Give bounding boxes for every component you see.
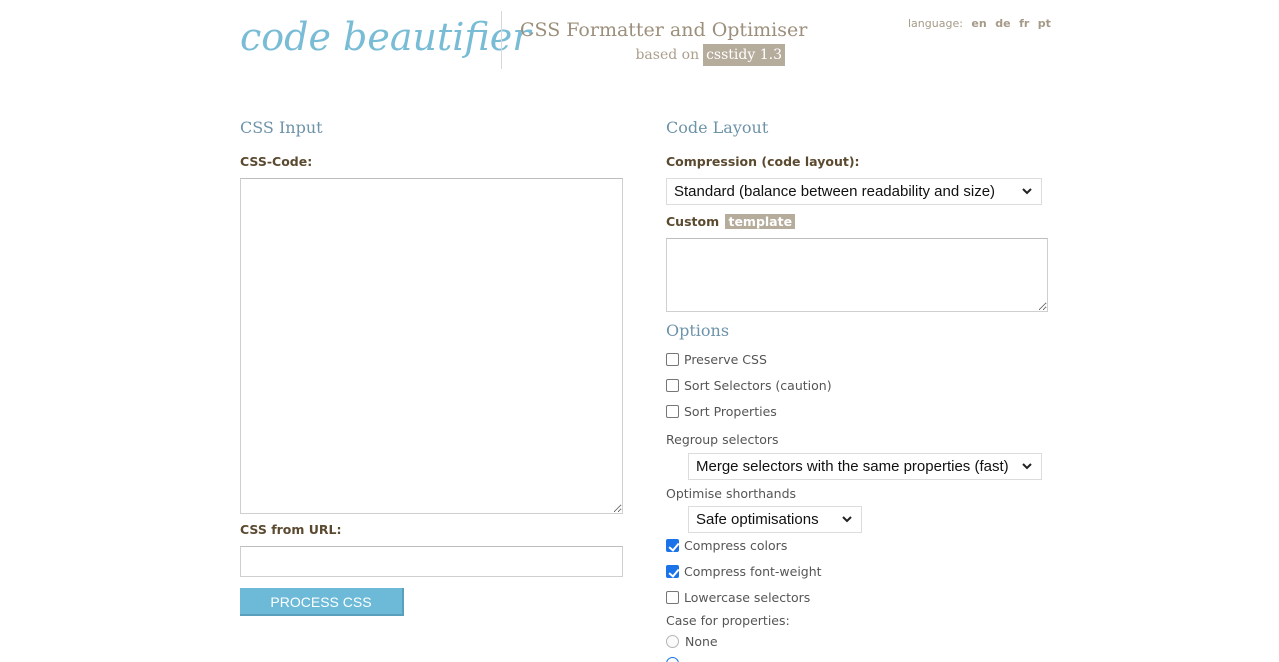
regroup-selectors-select[interactable]: Merge selectors with the same properties…: [688, 453, 1042, 480]
option-lowercase-selectors[interactable]: Lowercase selectors: [666, 590, 810, 605]
case-option-second[interactable]: [666, 657, 685, 662]
site-logo[interactable]: code beautifier: [240, 12, 530, 62]
option-preserve-css[interactable]: Preserve CSS: [666, 352, 767, 367]
based-on-text: based on: [635, 47, 700, 63]
option-sort-properties[interactable]: Sort Properties: [666, 404, 777, 419]
lang-link-fr[interactable]: fr: [1019, 17, 1029, 30]
sort-selectors-checkbox[interactable]: [666, 379, 679, 392]
compression-select[interactable]: Standard (balance between readability an…: [666, 178, 1042, 205]
language-label: language:: [908, 17, 963, 30]
compress-font-weight-checkbox[interactable]: [666, 565, 679, 578]
lang-link-de[interactable]: de: [995, 17, 1010, 30]
css-url-label: CSS from URL:: [240, 522, 342, 537]
css-input-heading: CSS Input: [240, 118, 323, 137]
template-badge[interactable]: template: [725, 214, 796, 229]
case-none-radio[interactable]: [666, 635, 679, 648]
css-url-input[interactable]: [240, 546, 623, 577]
chevron-down-icon: [1022, 463, 1032, 470]
custom-label-text: Custom: [666, 214, 720, 229]
code-layout-heading: Code Layout: [666, 118, 769, 137]
site-subtitle: CSS Formatter and Optimiser: [520, 19, 808, 41]
css-code-label: CSS-Code:: [240, 154, 313, 169]
chevron-down-icon: [842, 516, 852, 523]
option-label: Lowercase selectors: [684, 590, 811, 605]
optimise-shorthands-label: Optimise shorthands: [666, 486, 797, 501]
option-label: Sort Selectors (caution): [684, 378, 832, 393]
regroup-selectors-label: Regroup selectors: [666, 432, 779, 447]
based-on-line: based on csstidy 1.3: [635, 44, 785, 66]
case-option-none[interactable]: None: [666, 634, 718, 649]
css-code-textarea[interactable]: [240, 178, 623, 514]
shorthands-selected-value: Safe optimisations: [696, 511, 819, 528]
compression-selected-value: Standard (balance between readability an…: [674, 183, 996, 200]
option-label: Compress font-weight: [684, 564, 822, 579]
lang-link-en[interactable]: en: [971, 17, 986, 30]
lang-link-pt[interactable]: pt: [1038, 17, 1051, 30]
sort-properties-checkbox[interactable]: [666, 405, 679, 418]
option-label: None: [685, 634, 718, 649]
custom-template-textarea[interactable]: [666, 238, 1048, 312]
preserve-css-checkbox[interactable]: [666, 353, 679, 366]
chevron-down-icon: [1022, 188, 1032, 195]
options-heading: Options: [666, 321, 730, 340]
regroup-selected-value: Merge selectors with the same properties…: [696, 458, 1009, 475]
compression-label: Compression (code layout):: [666, 154, 860, 169]
header-divider: [501, 11, 502, 69]
engine-badge[interactable]: csstidy 1.3: [703, 44, 785, 66]
case-second-radio[interactable]: [666, 657, 679, 662]
option-label: Compress colors: [684, 538, 788, 553]
custom-template-label: Custom template: [666, 214, 796, 229]
page: code beautifier CSS Formatter and Optimi…: [0, 0, 1279, 662]
option-sort-selectors[interactable]: Sort Selectors (caution): [666, 378, 832, 393]
compress-colors-checkbox[interactable]: [666, 539, 679, 552]
option-label: Preserve CSS: [684, 352, 767, 367]
option-label: Sort Properties: [684, 404, 777, 419]
option-compress-colors[interactable]: Compress colors: [666, 538, 787, 553]
language-switcher: language: en de fr pt: [908, 17, 1051, 30]
case-for-properties-label: Case for properties:: [666, 613, 790, 628]
option-compress-font-weight[interactable]: Compress font-weight: [666, 564, 822, 579]
lowercase-selectors-checkbox[interactable]: [666, 591, 679, 604]
process-css-button[interactable]: PROCESS CSS: [240, 588, 404, 616]
optimise-shorthands-select[interactable]: Safe optimisations: [688, 506, 862, 533]
